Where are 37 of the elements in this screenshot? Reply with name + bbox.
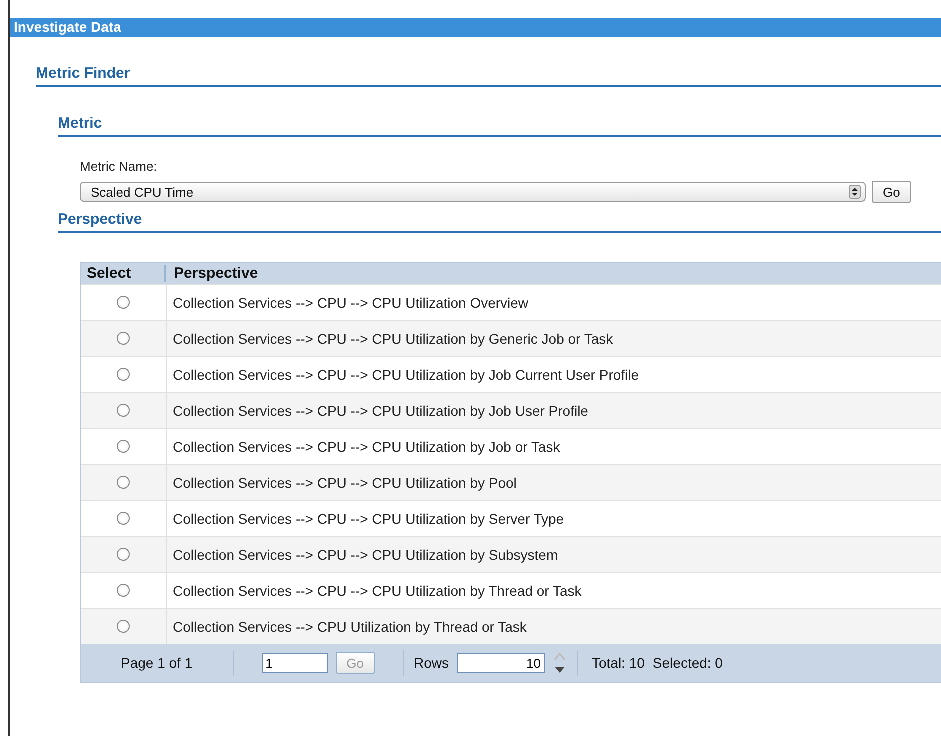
selected-count: Selected: 0 (652, 655, 723, 671)
rows-field[interactable]: 10 (456, 653, 545, 673)
radio-button[interactable] (117, 620, 130, 633)
table-cell-text: Collection Services --> CPU --> CPU Utilization by Job or Task (172, 438, 560, 454)
table-cell-text: Collection Services --> CPU --> CPU Utilization by Job Current User Profile (172, 366, 640, 382)
radio-button[interactable] (117, 512, 130, 525)
column-header: Perspective (173, 265, 260, 282)
metric-select[interactable]: Scaled CPU Time (80, 182, 866, 202)
table-cell-text: Collection Services --> CPU --> CPU Utilization by Subsystem (172, 546, 558, 562)
table-cell-text: Collection Services --> CPU --> CPU Utilization by Thread or Task (172, 582, 582, 598)
radio-button[interactable] (117, 404, 130, 417)
table-cell-text: Collection Services --> CPU --> CPU Utilization by Generic Job or Task (172, 330, 614, 346)
table-cell-text: Collection Services --> CPU Utilization by Thread or Task (172, 618, 527, 634)
table-cell-text: Collection Services --> CPU --> CPU Utilization by Server Type (172, 510, 564, 526)
radio-button[interactable] (117, 548, 130, 561)
radio-button[interactable] (117, 476, 130, 489)
page-field[interactable]: 1 (262, 653, 328, 673)
window-title: Investigate Data (10, 18, 941, 37)
section-heading: Metric Finder (36, 65, 941, 87)
radio-button[interactable] (117, 440, 130, 453)
page-indicator: Page 1 of 1 (121, 655, 193, 671)
table-cell-text: Collection Services --> CPU --> CPU Utilization by Pool (172, 474, 517, 490)
table-cell-text: Collection Services --> CPU --> CPU Utilization by Job User Profile (172, 402, 588, 418)
rows-label: Rows (414, 655, 449, 671)
table-cell-text: Collection Services --> CPU --> CPU Utilization Overview (172, 294, 529, 310)
radio-button[interactable] (117, 296, 130, 309)
stepper-icon (849, 185, 861, 199)
radio-button[interactable] (117, 368, 130, 381)
section-heading: Metric (58, 115, 941, 137)
field-label: Metric Name: (80, 159, 158, 174)
total-count: Total: 10 (592, 655, 645, 671)
spinner-icon[interactable] (552, 651, 567, 675)
radio-button[interactable] (117, 584, 130, 597)
radio-button[interactable] (117, 332, 130, 345)
section-heading: Perspective (58, 211, 941, 233)
go-button[interactable]: Go (872, 181, 912, 203)
column-header: Select (81, 265, 166, 282)
